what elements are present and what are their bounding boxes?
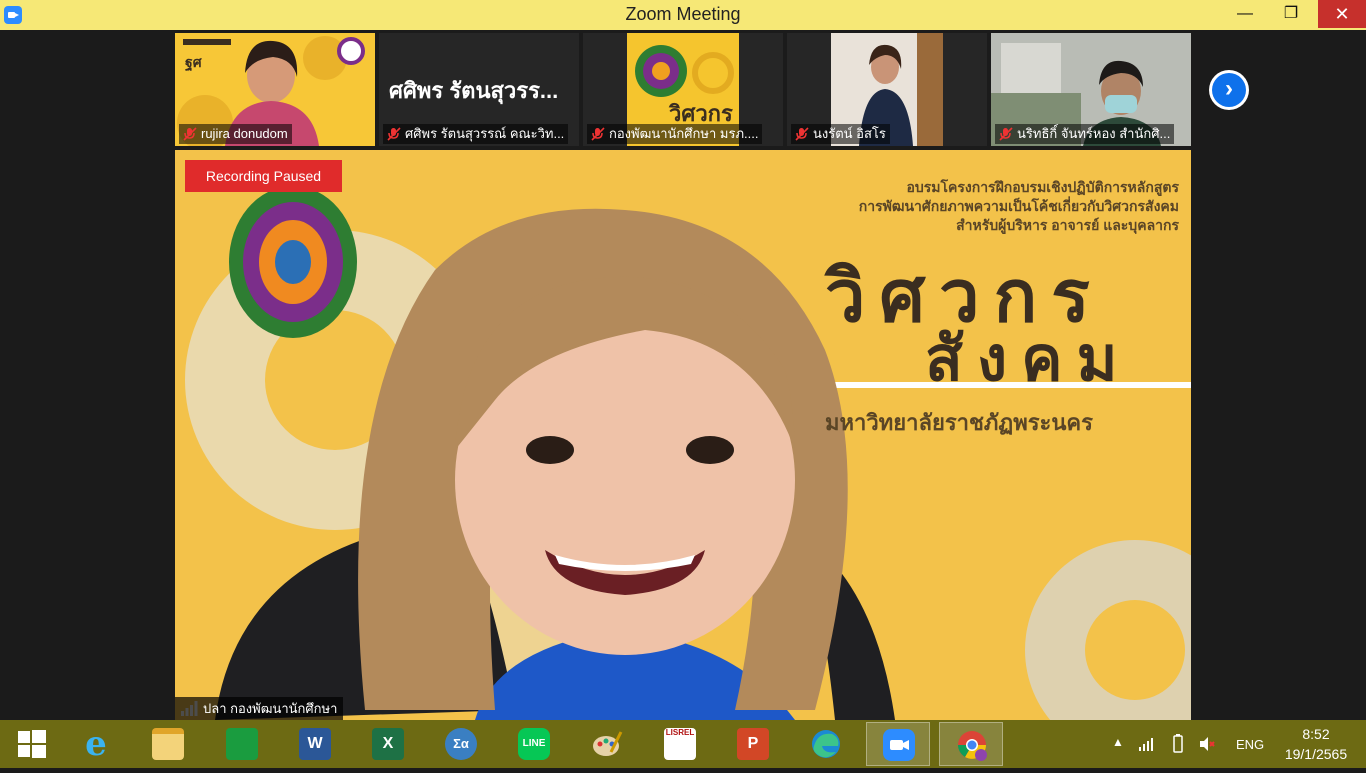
taskbar-math[interactable]: Σα [429, 722, 493, 766]
title-bar: Zoom Meeting — ❐ ✕ [0, 0, 1366, 30]
participant-name: กองพัฒนานักศึกษา มรภ.... [587, 124, 763, 144]
participant-name: นริทธิกิ์ จันทร์หอง สำนักศิ... [995, 124, 1175, 144]
participant-thumbnail[interactable]: นงรัตน์ อิสโร [787, 33, 987, 146]
taskbar-store[interactable] [210, 722, 274, 766]
banner-university: มหาวิทยาลัยราชภัฏพระนคร [825, 410, 1093, 435]
system-tray: ▲ [1110, 720, 1230, 768]
lisrel-icon: LISREL [664, 728, 696, 760]
mic-muted-icon [387, 127, 401, 141]
internet-explorer-icon: e [85, 724, 107, 764]
word-icon: W [299, 728, 331, 760]
mic-muted-icon [999, 127, 1013, 141]
participant-name-text: ศศิพร รัตนสุวรรณ์ คณะวิท... [405, 126, 565, 141]
participant-name: ศศิพร รัตนสุวรรณ์ คณะวิท... [383, 124, 569, 144]
taskbar-zoom[interactable] [866, 722, 930, 766]
taskbar-paint[interactable] [575, 722, 639, 766]
participant-name-text: rujira donudom [201, 126, 288, 141]
taskbar-powerpoint[interactable]: P [721, 722, 785, 766]
banner-line: อบรมโครงการฝึกอบรมเชิงปฏิบัติการหลักสูตร [906, 179, 1179, 195]
speaker-name-label: ปลา กองพัฒนานักศึกษา [175, 697, 344, 720]
zoom-icon [883, 729, 915, 761]
participant-thumbnail[interactable]: วิศวกร กองพัฒนานักศึกษา มรภ.... [583, 33, 783, 146]
banner-line: สำหรับผู้บริหาร อาจารย์ และบุคลากร [956, 217, 1179, 233]
taskbar-excel[interactable]: X [356, 722, 420, 766]
volume-muted-icon[interactable] [1198, 735, 1216, 753]
taskbar-file-explorer[interactable] [136, 722, 200, 766]
next-page-button[interactable]: › [1209, 70, 1249, 110]
mic-muted-icon [591, 127, 605, 141]
minimize-button[interactable]: — [1222, 0, 1268, 28]
taskbar-word[interactable]: W [283, 722, 347, 766]
taskbar-ie[interactable]: e [64, 722, 128, 766]
paint-icon [593, 731, 623, 756]
chrome-icon [958, 731, 987, 761]
participant-thumbnail[interactable]: นริทธิกิ์ จันทร์หอง สำนักศิ... [991, 33, 1191, 146]
start-button[interactable] [0, 722, 64, 766]
taskbar-lisrel[interactable]: LISREL [648, 722, 712, 766]
participant-name-text: นงรัตน์ อิสโร [813, 126, 886, 141]
excel-icon: X [372, 728, 404, 760]
participant-thumbnail[interactable]: ฐศ rujira donudom [175, 33, 375, 146]
mic-muted-icon [795, 127, 809, 141]
store-icon [226, 728, 258, 760]
banner-title: สังคม [925, 325, 1132, 394]
banner-text: อบรมโครงการฝึกอบรมเชิงปฏิบัติการหลักสูตร… [859, 178, 1179, 235]
mic-muted-icon [183, 127, 197, 141]
participant-avatar-name: ศศิพร รัตนสุวรร... [389, 78, 559, 103]
chevron-right-icon: › [1225, 75, 1233, 102]
close-button[interactable]: ✕ [1318, 0, 1366, 28]
participant-name: นงรัตน์ อิสโร [791, 124, 890, 144]
banner-line: การพัฒนาศักยภาพความเป็นโค้ชเกี่ยวกับวิศว… [858, 198, 1179, 214]
file-explorer-icon [152, 728, 184, 760]
active-speaker-video: Recording Paused อบรมโครงการฝึกอบรมเชิงป… [175, 150, 1191, 720]
participant-name: rujira donudom [179, 124, 292, 144]
line-icon: LINE [518, 728, 550, 760]
taskbar-edge[interactable] [794, 722, 858, 766]
svg-text:ฐศ: ฐศ [185, 54, 203, 72]
recording-status-badge[interactable]: Recording Paused [185, 160, 342, 192]
participant-name-text: นริทธิกิ์ จันทร์หอง สำนักศิ... [1017, 126, 1171, 141]
participant-name-text: กองพัฒนานักศึกษา มรภ.... [609, 126, 759, 141]
edge-icon [812, 730, 840, 758]
network-icon[interactable] [1138, 736, 1154, 752]
input-language[interactable]: ENG [1236, 737, 1264, 752]
maximize-button[interactable]: ❐ [1268, 0, 1314, 28]
window-title: Zoom Meeting [625, 4, 741, 24]
clock-time: 8:52 [1302, 726, 1330, 742]
svg-text:วิศวกร: วิศวกร [668, 101, 733, 126]
clock-date: 19/1/2565 [1284, 746, 1348, 762]
taskbar-clock[interactable]: 8:52 19/1/2565 [1276, 724, 1356, 764]
taskbar-line[interactable]: LINE [502, 722, 566, 766]
math-icon: Σα [445, 728, 477, 760]
windows-start-icon [18, 730, 46, 758]
taskbar-chrome[interactable] [939, 722, 1003, 766]
tray-overflow-icon[interactable]: ▲ [1112, 735, 1124, 749]
participant-thumbnail[interactable]: ศศิพร รัตนสุวรร... ศศิพร รัตนสุวรรณ์ คณะ… [379, 33, 579, 146]
powerpoint-icon: P [737, 728, 769, 760]
battery-icon[interactable] [1170, 734, 1186, 754]
